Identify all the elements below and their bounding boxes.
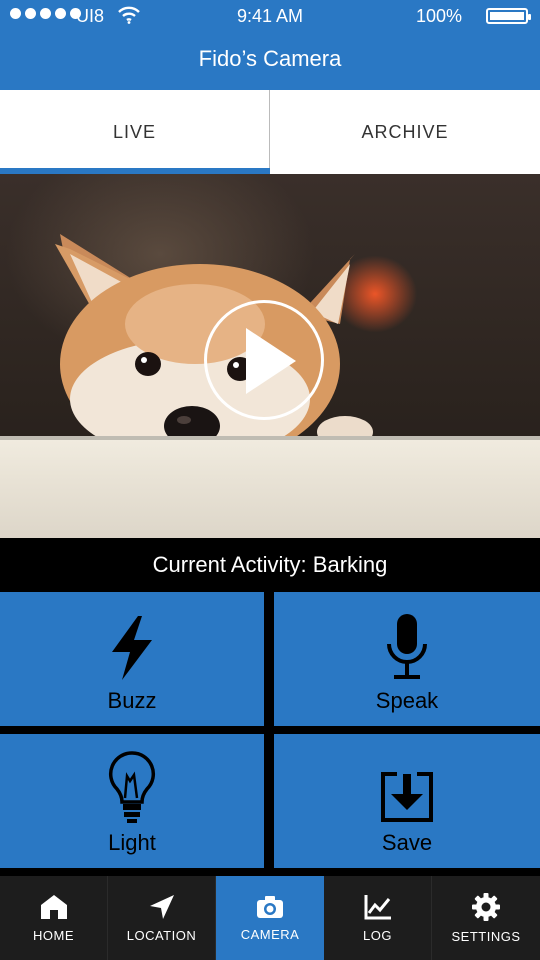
gear-icon xyxy=(472,892,500,921)
nav-location-label: LOCATION xyxy=(126,927,197,943)
tab-live[interactable]: LIVE xyxy=(0,90,270,174)
top-bar: UI8 9:41 AM 100% Fido’s Camera xyxy=(0,0,540,90)
bottom-navigation: HOME LOCATION CAMERA LOG SETTINGS xyxy=(0,876,540,960)
light-button[interactable]: Light xyxy=(0,734,264,868)
light-label: Light xyxy=(108,830,156,855)
speak-button[interactable]: Speak xyxy=(274,592,540,726)
chart-line-icon xyxy=(364,894,391,919)
nav-settings-label: SETTINGS xyxy=(451,928,521,944)
play-icon[interactable] xyxy=(246,328,296,394)
status-bar: UI8 9:41 AM 100% xyxy=(0,0,540,32)
save-download-icon xyxy=(381,772,433,822)
nav-location[interactable]: LOCATION xyxy=(108,876,216,960)
wooden-ledge xyxy=(0,436,540,538)
tab-bar: LIVE ARCHIVE xyxy=(0,90,540,174)
current-activity-banner: Current Activity: Barking xyxy=(0,538,540,592)
buzz-button[interactable]: Buzz xyxy=(0,592,264,726)
save-label: Save xyxy=(381,830,433,855)
camera-icon xyxy=(257,895,283,918)
home-icon xyxy=(40,894,67,919)
battery-percentage: 100% xyxy=(415,6,462,26)
speak-label: Speak xyxy=(375,688,439,713)
nav-log[interactable]: LOG xyxy=(324,876,432,960)
buzz-label: Buzz xyxy=(107,688,157,713)
lightning-icon xyxy=(112,616,152,680)
save-button[interactable]: Save xyxy=(274,734,540,868)
nav-camera-label: CAMERA xyxy=(240,926,300,942)
camera-video-feed[interactable] xyxy=(0,174,540,538)
page-title: Fido’s Camera xyxy=(198,46,342,71)
location-arrow-icon xyxy=(149,894,174,919)
nav-home-label: HOME xyxy=(33,927,74,943)
nav-settings[interactable]: SETTINGS xyxy=(432,876,540,960)
lightbulb-icon xyxy=(108,751,156,823)
battery-icon xyxy=(486,8,531,24)
microphone-icon xyxy=(387,614,427,679)
nav-camera[interactable]: CAMERA xyxy=(216,876,324,960)
tab-archive[interactable]: ARCHIVE xyxy=(270,90,540,174)
nav-home[interactable]: HOME xyxy=(0,876,108,960)
nav-log-label: LOG xyxy=(363,927,392,943)
